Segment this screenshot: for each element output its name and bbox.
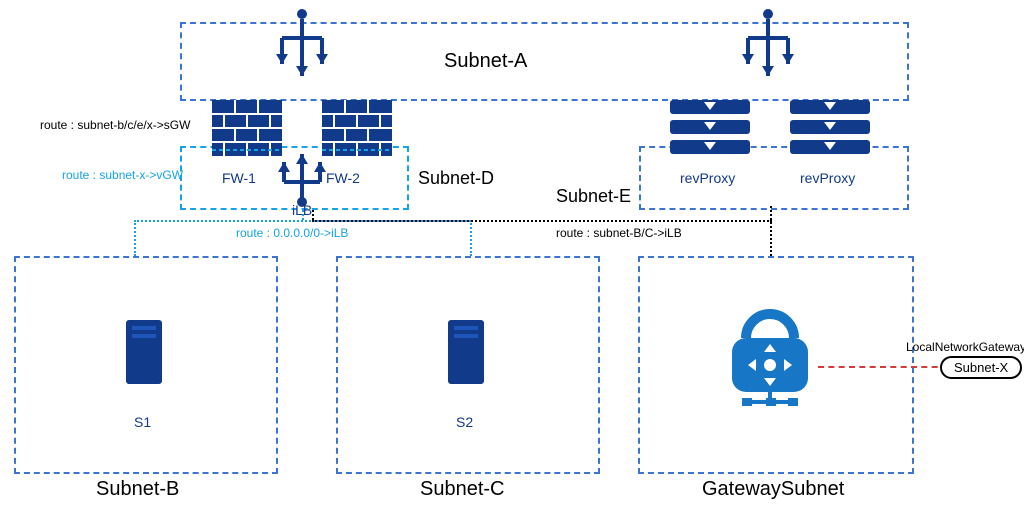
route-vgw-label: route : subnet-x->vGW — [62, 168, 183, 182]
subnet-c-title: Subnet-C — [420, 478, 505, 501]
firewall-icon-1 — [212, 100, 282, 156]
route-ilb-left-v1 — [134, 220, 136, 256]
server-s2-label: S2 — [456, 414, 473, 430]
firewall-1-label: FW-1 — [222, 170, 256, 186]
firewall-2-label: FW-2 — [326, 170, 360, 186]
revproxy-1-label: revProxy — [680, 170, 735, 186]
server-icon-s1 — [126, 320, 162, 384]
route-ilb-left-stub — [302, 210, 304, 220]
route-ilb-left-v2 — [470, 220, 472, 256]
route-ilb-left-label: route : 0.0.0.0/0->iLB — [236, 226, 348, 240]
network-diagram: Subnet-A Subnet-D — [0, 0, 1024, 507]
gateway-subnet-title: GatewaySubnet — [702, 478, 844, 501]
subnet-d-title: Subnet-D — [418, 168, 494, 189]
route-ilb-right-h — [312, 220, 772, 222]
load-balancer-icon-top-right — [740, 8, 796, 96]
route-sgw-label: route : subnet-b/c/e/x->sGW — [40, 118, 190, 132]
server-icon-s2 — [448, 320, 484, 384]
subnet-x-badge: Subnet-X — [940, 356, 1022, 379]
local-network-gateway-label: LocalNetworkGateway — [906, 340, 1024, 354]
load-balancer-icon-top-left — [274, 8, 330, 96]
route-ilb-right-label: route : subnet-B/C->iLB — [556, 226, 682, 240]
revproxy-icon-1 — [670, 100, 750, 156]
external-connection-line — [818, 366, 948, 368]
revproxy-2-label: revProxy — [800, 170, 855, 186]
vpn-gateway-icon — [722, 304, 818, 414]
server-s1-label: S1 — [134, 414, 151, 430]
route-ilb-right-stub — [312, 210, 314, 220]
subnet-e-title: Subnet-E — [556, 186, 631, 207]
route-ilb-right-v — [770, 206, 772, 256]
subnet-a-title: Subnet-A — [444, 50, 527, 73]
firewall-icon-2 — [322, 100, 392, 156]
revproxy-icon-2 — [790, 100, 870, 156]
subnet-b-title: Subnet-B — [96, 478, 179, 501]
